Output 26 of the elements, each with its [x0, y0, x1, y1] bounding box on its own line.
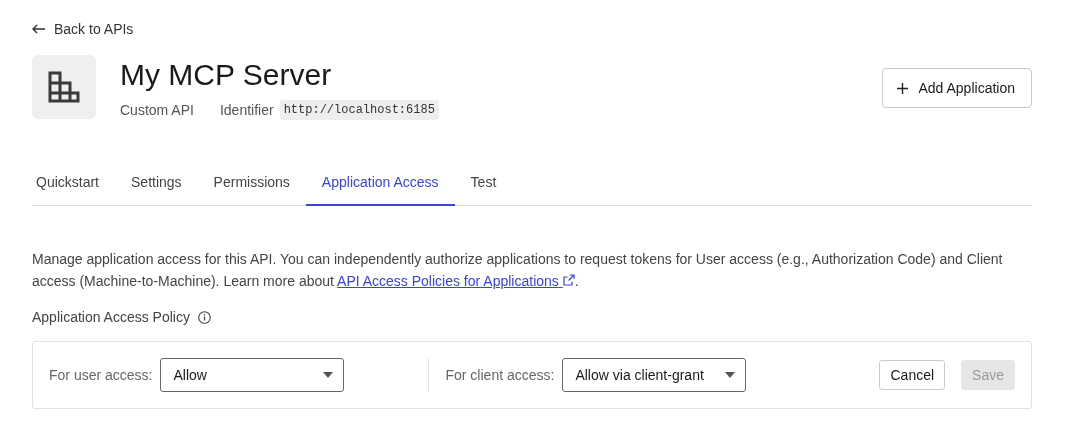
policy-title: Application Access Policy	[32, 309, 190, 325]
tab[interactable]: Test	[454, 174, 513, 206]
caret-icon	[725, 372, 736, 378]
cancel-button[interactable]: Cancel	[879, 360, 946, 390]
api-title: My MCP Server	[120, 57, 333, 93]
caret-icon	[323, 372, 334, 378]
add-application-button[interactable]: Add Application	[882, 68, 1032, 108]
external-link-icon	[562, 274, 575, 286]
tab[interactable]: Application Access	[305, 174, 455, 206]
arrow-left-icon	[32, 24, 46, 34]
description-text: Manage application access for this API. You can independently authorize applications to request tokens for User access (e.g., Authorization Code) and Client access (Machine-to-Machine). Learn more about API Access Policies for Applications .	[32, 250, 1004, 291]
api-type: Custom API	[120, 102, 194, 118]
identifier-value: http://localhost:6185	[279, 100, 439, 120]
back-link[interactable]: Back to APIs	[32, 21, 134, 37]
tab[interactable]: Permissions	[197, 174, 306, 206]
client-access-select[interactable]: Allow via client-grant	[562, 358, 747, 392]
client-access-label: For client access:	[445, 367, 555, 383]
user-access-select[interactable]: Allow	[160, 358, 345, 392]
user-access-label: For user access:	[49, 367, 153, 383]
docs-link[interactable]: API Access Policies for Applications	[337, 273, 575, 289]
tab[interactable]: Settings	[115, 174, 198, 206]
building-blocks-icon	[48, 71, 80, 103]
tab[interactable]: Quickstart	[32, 174, 115, 206]
identifier-label: Identifier	[219, 102, 274, 118]
plus-icon	[897, 82, 909, 94]
info-icon[interactable]	[197, 310, 211, 324]
